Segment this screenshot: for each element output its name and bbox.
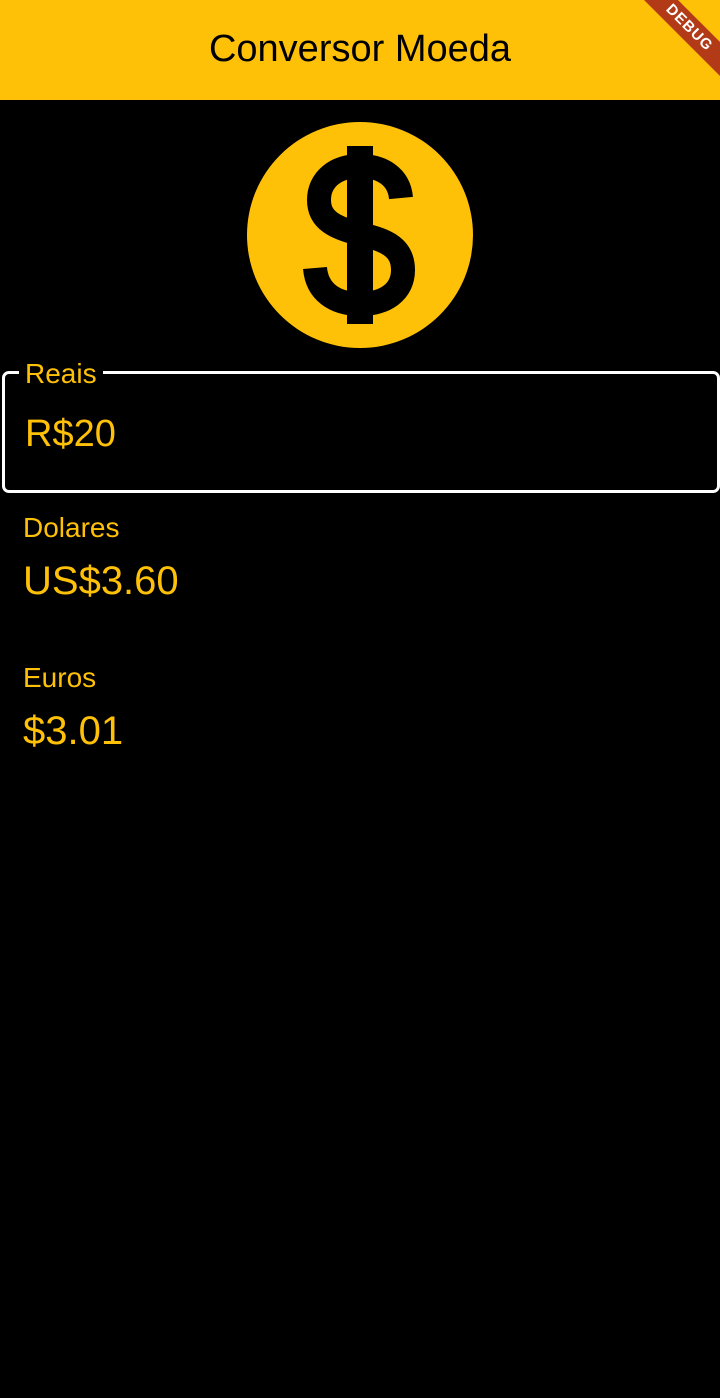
dollar-coin-icon: [247, 122, 473, 348]
reais-input-field[interactable]: Reais R$20: [2, 360, 720, 493]
debug-banner: DEBUG: [640, 0, 720, 80]
euros-value: $3.01: [23, 709, 124, 753]
reais-input[interactable]: R$20: [25, 412, 116, 456]
debug-banner-label: DEBUG: [640, 0, 720, 80]
dollar-sign-icon: [303, 146, 416, 324]
dolares-label: Dolares: [23, 512, 120, 543]
reais-label: Reais: [19, 360, 103, 388]
euros-label: Euros: [23, 662, 97, 693]
dolares-value: US$3.60: [23, 559, 179, 603]
app-bar: Conversor Moeda DEBUG: [0, 0, 720, 100]
app-title: Conversor Moeda: [208, 28, 512, 70]
